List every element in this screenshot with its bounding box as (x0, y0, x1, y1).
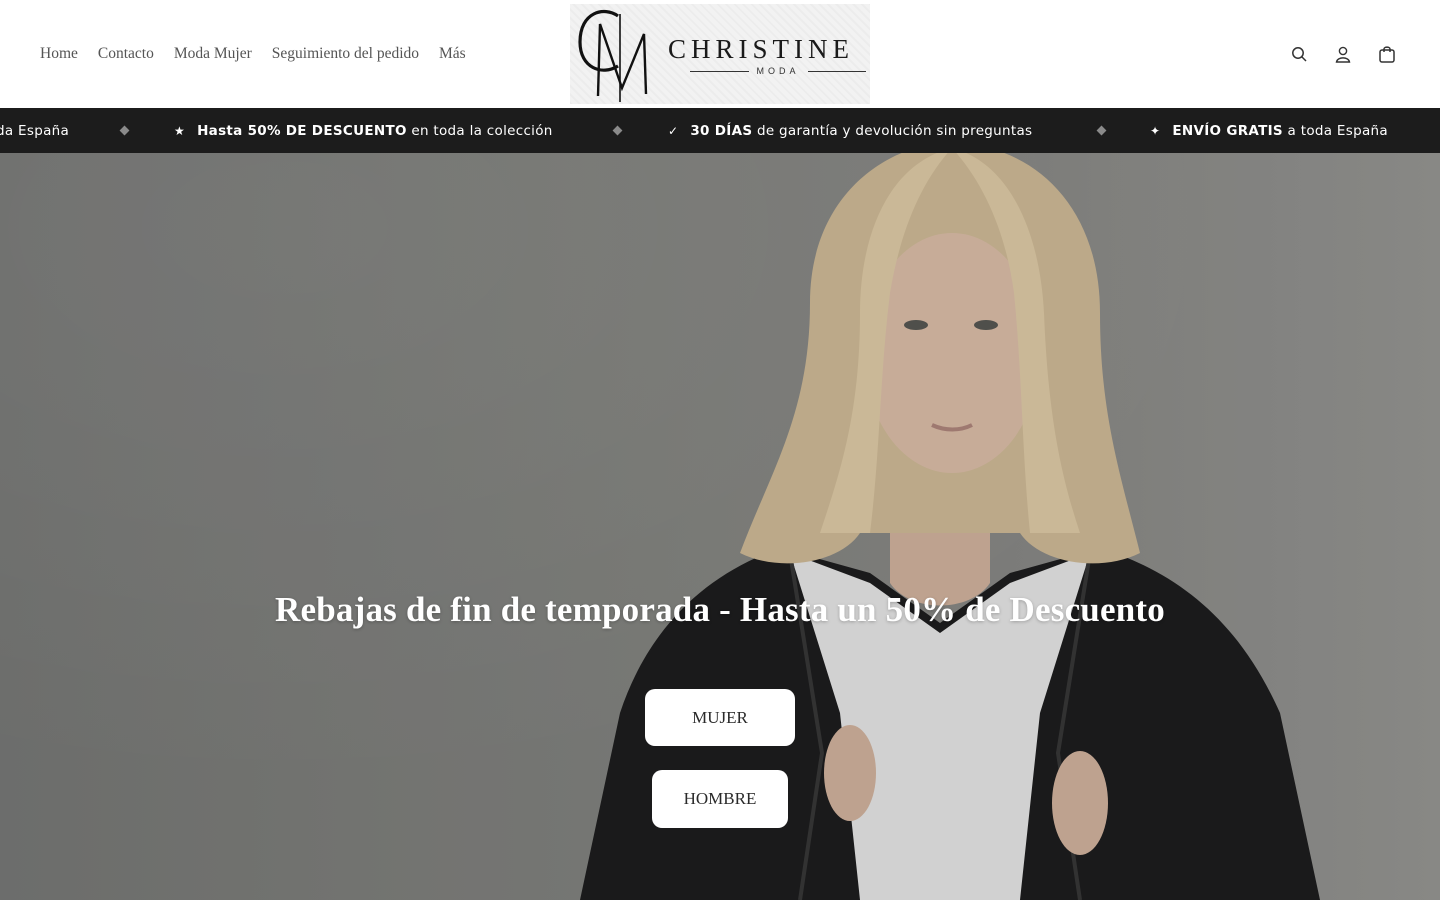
announcement-bold: Hasta 50% DE DESCUENTO (197, 122, 407, 139)
announcement-bold: 30 DÍAS (690, 122, 753, 139)
sparkle-icon: ✦ (1150, 123, 1161, 138)
nav-contacto[interactable]: Contacto (98, 45, 154, 63)
nav-seguimiento-del-pedido[interactable]: Seguimiento del pedido (272, 45, 419, 63)
announcement-item: ✦ ENVÍO GRATIS a toda España (1150, 108, 1388, 153)
announcement-text: a toda España (1282, 122, 1388, 139)
mujer-button[interactable]: MUJER (645, 689, 795, 746)
main-nav: Home Contacto Moda Mujer Seguimiento del… (40, 0, 466, 108)
header-icons (1290, 0, 1396, 108)
diamond-separator-icon (1096, 125, 1107, 136)
hombre-button[interactable]: HOMBRE (652, 770, 788, 828)
diamond-separator-icon (612, 125, 623, 136)
announcement-text: da España (0, 122, 70, 139)
nav-moda-mujer[interactable]: Moda Mujer (174, 45, 252, 63)
announcement-bar: da España ★ Hasta 50% DE DESCUENTO en to… (0, 108, 1440, 153)
hero-title: Rebajas de fin de temporada - Hasta un 5… (275, 590, 1165, 629)
checkmark-icon: ✓ (668, 123, 679, 138)
search-icon[interactable] (1290, 45, 1308, 63)
announcement-bold: ENVÍO GRATIS (1172, 122, 1283, 139)
site-logo[interactable]: CHRISTINE MODA (570, 4, 870, 104)
account-icon[interactable] (1334, 45, 1352, 63)
announcement-text: de garantía y devolución sin preguntas (752, 122, 1033, 139)
cart-icon[interactable] (1378, 45, 1396, 63)
announcement-item: ✓ 30 DÍAS de garantía y devolución sin p… (668, 108, 1032, 153)
logo-subtitle: MODA (690, 66, 866, 76)
logo-sub-label: MODA (756, 66, 800, 76)
logo-wordmark: CHRISTINE (668, 34, 854, 64)
star-icon: ★ (174, 123, 186, 138)
nav-mas[interactable]: Más (439, 45, 466, 63)
announcement-item: da España (0, 108, 69, 153)
site-header: Home Contacto Moda Mujer Seguimiento del… (0, 0, 1440, 108)
diamond-separator-icon (119, 125, 130, 136)
logo-monogram (578, 10, 648, 102)
nav-home[interactable]: Home (40, 45, 78, 63)
hero-banner: Rebajas de fin de temporada - Hasta un 5… (0, 153, 1440, 900)
announcement-text: en toda la colección (406, 122, 553, 139)
announcement-item: ★ Hasta 50% DE DESCUENTO en toda la cole… (174, 108, 553, 153)
